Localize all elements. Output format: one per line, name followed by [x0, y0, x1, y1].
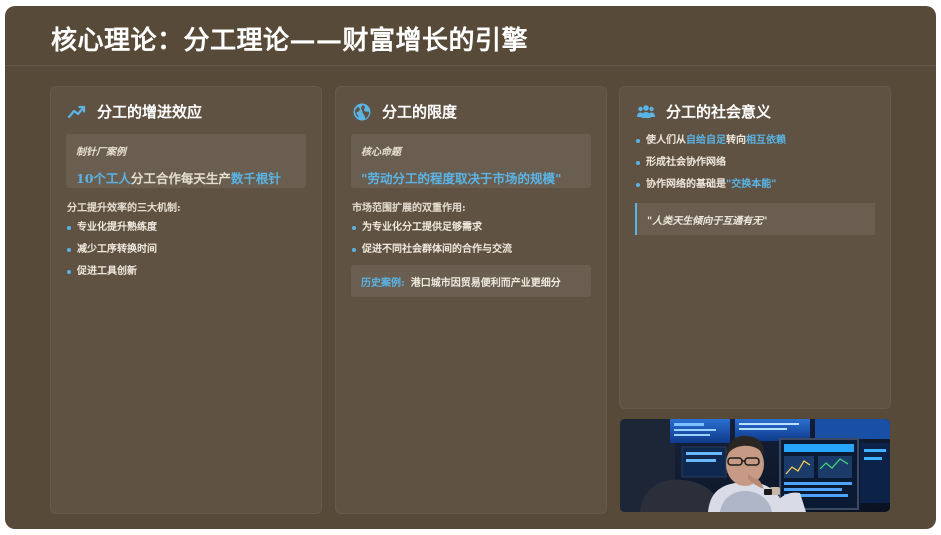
card-title: 分工的社会意义 — [666, 103, 772, 121]
box-text: "劳动分工的程度取决于市场的规模" — [361, 171, 562, 186]
box-text-highlight: 10个工人 — [76, 171, 131, 186]
text: 协作网络的基础是 — [646, 179, 726, 190]
text-highlight: "交换本能" — [726, 179, 777, 190]
market-heading: 市场范围扩展的双重作用: — [352, 203, 466, 214]
card-header: 分工的增进效应 — [67, 101, 202, 122]
box-text-plain: 分工合作每天生产 — [130, 171, 231, 186]
text: 使人们从 — [646, 135, 686, 146]
card-division-limit: 分工的限度 核心命题 "劳动分工的程度取决于市场的规模" 市场范围扩展的双重作用… — [335, 86, 607, 514]
list-item: 促进工具创新 — [67, 266, 157, 278]
slide: 核心理论：分工理论——财富增长的引擎 分工的增进效应 制针厂案例 10个工人分工… — [5, 6, 936, 529]
card-division-effect: 分工的增进效应 制针厂案例 10个工人分工合作每天生产数千根针 分工提升效率的三… — [50, 86, 322, 514]
card-social-meaning: 分工的社会意义 使人们从自给自足转向相互依赖 形成社会协作网络 协作网络的基础是… — [619, 86, 891, 409]
card-header: 分工的限度 — [352, 101, 457, 122]
globe-icon — [352, 102, 372, 122]
quote-box: "人类天生倾向于互通有无" — [635, 203, 875, 235]
box-text-highlight: 数千根针 — [230, 171, 281, 186]
list-item: 为专业化分工提供足够需求 — [352, 222, 512, 234]
history-case-box: 历史案例: 港口城市因贸易便利而产业更细分 — [351, 265, 591, 297]
box-label: 制针厂案例 — [76, 147, 126, 158]
social-list: 使人们从自给自足转向相互依赖 形成社会协作网络 协作网络的基础是"交换本能" — [636, 135, 786, 201]
card-title: 分工的增进效应 — [97, 103, 203, 121]
list-item: 专业化提升熟练度 — [67, 222, 157, 234]
text-highlight: 自给自足 — [686, 135, 726, 146]
users-icon — [636, 102, 656, 122]
text: 转向 — [726, 135, 746, 146]
list-item: 使人们从自给自足转向相互依赖 — [636, 135, 786, 147]
case-text: 港口城市因贸易便利而产业更细分 — [410, 277, 561, 289]
text-highlight: 相互依赖 — [746, 135, 786, 146]
trader-photo — [620, 419, 890, 512]
page-title: 核心理论：分工理论——财富增长的引擎 — [51, 26, 529, 56]
mechanisms-list: 专业化提升熟练度 减少工序转换时间 促进工具创新 — [67, 222, 157, 288]
card-title: 分工的限度 — [382, 103, 458, 121]
pin-factory-box: 制针厂案例 10个工人分工合作每天生产数千根针 — [66, 134, 306, 188]
list-item: 减少工序转换时间 — [67, 244, 157, 256]
list-item: 协作网络的基础是"交换本能" — [636, 179, 786, 191]
divider — [5, 65, 936, 66]
trend-up-icon — [67, 102, 87, 122]
list-item: 形成社会协作网络 — [636, 157, 786, 169]
mechanisms-heading: 分工提升效率的三大机制: — [67, 203, 181, 214]
core-proposition-box: 核心命题 "劳动分工的程度取决于市场的规模" — [351, 134, 591, 188]
card-header: 分工的社会意义 — [636, 101, 771, 122]
box-label: 核心命题 — [361, 147, 401, 158]
market-list: 为专业化分工提供足够需求 促进不同社会群体间的合作与交流 — [352, 222, 512, 266]
box-text: 10个工人分工合作每天生产数千根针 — [76, 168, 296, 187]
list-item: 促进不同社会群体间的合作与交流 — [352, 244, 512, 256]
case-label: 历史案例: — [361, 277, 405, 289]
